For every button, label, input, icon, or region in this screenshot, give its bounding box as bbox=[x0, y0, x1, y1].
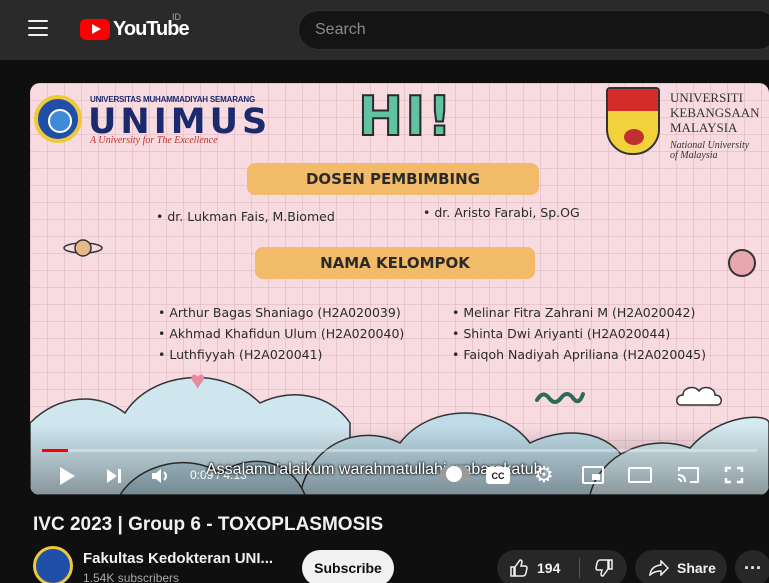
progress-bar[interactable] bbox=[42, 449, 757, 452]
menu-icon[interactable] bbox=[28, 20, 48, 38]
members-heading: NAMA KELOMPOK bbox=[255, 247, 535, 279]
next-icon[interactable] bbox=[105, 467, 123, 485]
region-code: ID bbox=[172, 12, 181, 22]
ukm-name-line: KEBANGSAAN bbox=[670, 105, 760, 120]
ukm-name: UNIVERSITI KEBANGSAAN MALAYSIA bbox=[670, 90, 760, 135]
channel-avatar[interactable] bbox=[33, 546, 73, 583]
member-item: • Arthur Bagas Shaniago (H2A020039) bbox=[158, 305, 401, 320]
supervisor-item: • dr. Aristo Farabi, Sp.OG bbox=[423, 205, 580, 220]
ukm-name-line: MALAYSIA bbox=[670, 120, 738, 135]
youtube-play-icon bbox=[80, 19, 110, 40]
slide-greeting: HI! bbox=[357, 84, 454, 149]
channel-name[interactable]: Fakultas Kedokteran UNI... bbox=[83, 550, 273, 567]
heart-icon: ♥ bbox=[190, 365, 206, 395]
share-button[interactable]: Share bbox=[635, 550, 727, 583]
more-actions-button[interactable]: ··· bbox=[735, 550, 769, 583]
member-item: • Akhmad Khafidun Ulum (H2A020040) bbox=[158, 326, 405, 341]
supervisor-heading: DOSEN PEMBIMBING bbox=[247, 163, 539, 195]
ukm-crest-logo bbox=[606, 87, 660, 155]
fullscreen-icon[interactable] bbox=[724, 466, 744, 484]
supervisor-item: • dr. Lukman Fais, M.Biomed bbox=[156, 209, 335, 224]
theater-mode-icon[interactable] bbox=[628, 467, 652, 483]
subscriber-count: 1.54K subscribers bbox=[83, 571, 180, 583]
miniplayer-icon[interactable] bbox=[582, 466, 604, 484]
progress-played bbox=[42, 449, 69, 452]
thumbs-up-icon bbox=[510, 559, 528, 577]
video-title: IVC 2023 | Group 6 - TOXOPLASMOSIS bbox=[33, 514, 384, 535]
cast-icon[interactable] bbox=[676, 466, 700, 484]
squiggle-icon bbox=[535, 392, 585, 404]
unimus-tagline: A University for The Excellence bbox=[90, 135, 218, 146]
dislike-button[interactable] bbox=[580, 550, 627, 583]
member-item: • Shinta Dwi Ariyanti (H2A020044) bbox=[452, 326, 671, 341]
controls-gradient bbox=[30, 425, 769, 495]
ukm-subtitle-line: of Malaysia bbox=[670, 150, 718, 161]
volume-icon[interactable] bbox=[150, 467, 172, 485]
settings-gear-icon[interactable]: ⚙ bbox=[534, 464, 554, 486]
planet-icon bbox=[63, 239, 103, 257]
unimus-logo bbox=[34, 95, 82, 143]
ukm-name-line: UNIVERSITI bbox=[670, 90, 743, 105]
video-player[interactable]: UNIVERSITAS MUHAMMADIYAH SEMARANG UNIMUS… bbox=[30, 83, 769, 495]
masthead: YouTube ID Search bbox=[0, 0, 769, 60]
like-button[interactable]: 194 bbox=[497, 550, 579, 583]
moon-icon bbox=[728, 249, 756, 277]
subscribe-button[interactable]: Subscribe bbox=[302, 550, 394, 583]
search-input[interactable]: Search bbox=[298, 10, 769, 50]
like-dislike-group: 194 bbox=[497, 550, 627, 583]
subtitles-button[interactable]: CC bbox=[486, 467, 510, 484]
play-icon[interactable] bbox=[60, 467, 75, 485]
share-label: Share bbox=[677, 560, 716, 576]
autoplay-toggle[interactable] bbox=[440, 466, 470, 482]
member-item: • Melinar Fitra Zahrani M (H2A020042) bbox=[452, 305, 696, 320]
like-count: 194 bbox=[537, 560, 561, 576]
share-icon bbox=[649, 560, 669, 576]
thumbs-down-icon bbox=[594, 559, 613, 577]
small-cloud-icon bbox=[676, 386, 722, 406]
ukm-subtitle: National University of Malaysia bbox=[670, 141, 749, 161]
